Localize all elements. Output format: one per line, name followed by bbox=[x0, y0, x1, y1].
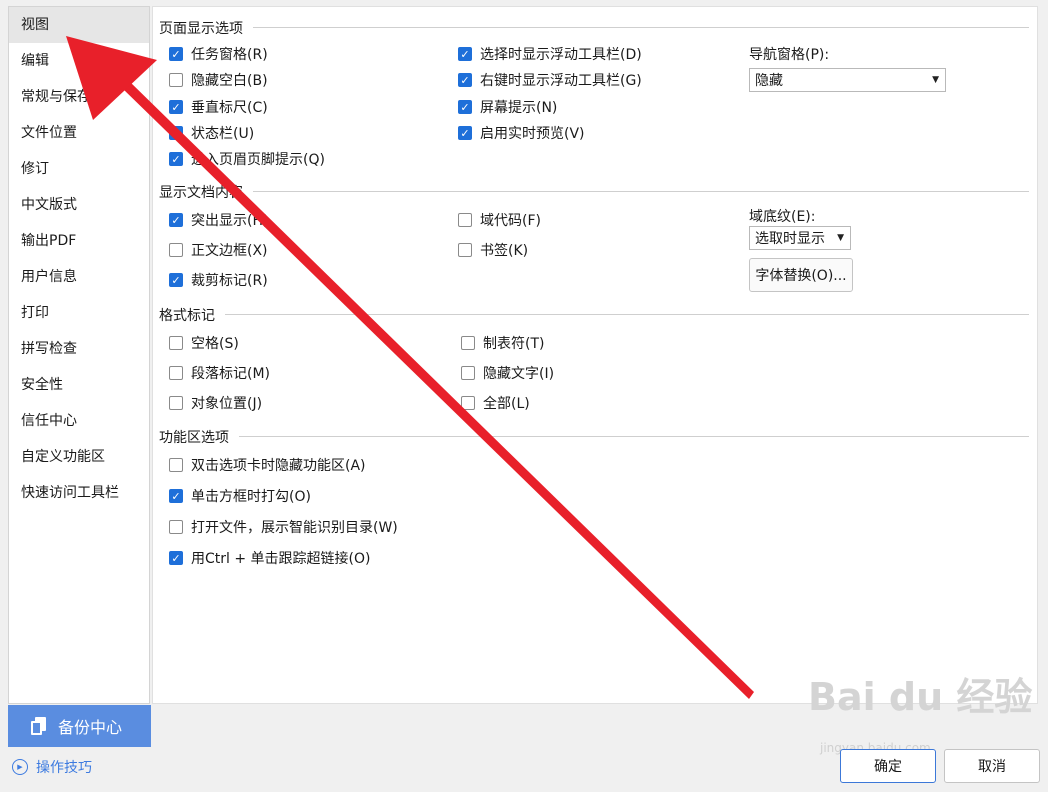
sidebar-item-print[interactable]: 打印 bbox=[9, 295, 149, 331]
nav-pane-select[interactable]: 隐藏 ▼ bbox=[749, 68, 946, 92]
check-icon: ✓ bbox=[169, 489, 183, 503]
field-shading-label: 域底纹(E): bbox=[749, 209, 816, 225]
chevron-down-icon: ▼ bbox=[932, 75, 939, 85]
sidebar-item-chinese-layout[interactable]: 中文版式 bbox=[9, 187, 149, 223]
checkbox-vertical-ruler[interactable]: ✓ 垂直标尺(C) bbox=[169, 97, 268, 117]
checkbox-text-boundaries[interactable]: 正文边框(X) bbox=[169, 240, 268, 260]
check-icon: ✓ bbox=[169, 273, 183, 287]
field-shading-select[interactable]: 选取时显示 ▼ bbox=[749, 226, 851, 250]
section-title-doc-content: 显示文档内容 bbox=[159, 185, 243, 201]
section-title-ribbon: 功能区选项 bbox=[159, 430, 229, 446]
checkbox-live-preview[interactable]: ✓ 启用实时预览(V) bbox=[458, 123, 585, 143]
tips-label: 操作技巧 bbox=[36, 760, 92, 776]
tips-link[interactable]: ▶ 操作技巧 bbox=[12, 757, 92, 777]
sidebar-item-customize-ribbon[interactable]: 自定义功能区 bbox=[9, 439, 149, 475]
backup-center-label: 备份中心 bbox=[58, 718, 123, 737]
section-divider bbox=[253, 27, 1029, 28]
nav-pane-label: 导航窗格(P): bbox=[749, 47, 830, 63]
sidebar-item-revision[interactable]: 修订 bbox=[9, 151, 149, 187]
sidebar-item-trust-center[interactable]: 信任中心 bbox=[9, 403, 149, 439]
sidebar-item-general-save[interactable]: 常规与保存 bbox=[9, 79, 149, 115]
sidebar-item-quick-access-toolbar[interactable]: 快速访问工具栏 bbox=[9, 475, 149, 511]
checkbox-status-bar[interactable]: ✓ 状态栏(U) bbox=[169, 123, 254, 143]
checkbox-crop-marks[interactable]: ✓ 裁剪标记(R) bbox=[169, 270, 268, 290]
checkbox-screen-tips[interactable]: ✓ 屏幕提示(N) bbox=[458, 97, 557, 117]
section-divider bbox=[253, 191, 1029, 192]
sidebar-item-user-info[interactable]: 用户信息 bbox=[9, 259, 149, 295]
checkbox-ctrl-click-link[interactable]: ✓ 用Ctrl + 单击跟踪超链接(O) bbox=[169, 548, 370, 568]
checkbox-highlight[interactable]: ✓ 突出显示(H) bbox=[169, 210, 268, 230]
check-icon: ✓ bbox=[458, 100, 472, 114]
ok-button[interactable]: 确定 bbox=[840, 749, 936, 783]
checkbox-field-codes[interactable]: 域代码(F) bbox=[458, 210, 541, 230]
check-icon: ✓ bbox=[169, 551, 183, 565]
checkbox-object-anchors[interactable]: 对象位置(J) bbox=[169, 393, 262, 413]
checkbox-float-toolbar-select[interactable]: ✓ 选择时显示浮动工具栏(D) bbox=[458, 44, 642, 64]
backup-center-button[interactable]: 备份中心 bbox=[8, 705, 151, 747]
section-divider bbox=[225, 314, 1029, 315]
checkbox-dblclick-hide-ribbon[interactable]: 双击选项卡时隐藏功能区(A) bbox=[169, 455, 366, 475]
check-icon: ✓ bbox=[169, 47, 183, 61]
check-icon: ✓ bbox=[169, 213, 183, 227]
checkbox-float-toolbar-rightclick[interactable]: ✓ 右键时显示浮动工具栏(G) bbox=[458, 70, 642, 90]
checkbox-header-footer-tip[interactable]: ✓ 进入页眉页脚提示(Q) bbox=[169, 149, 325, 169]
play-circle-icon: ▶ bbox=[12, 759, 28, 775]
checkbox-hide-whitespace[interactable]: 隐藏空白(B) bbox=[169, 70, 268, 90]
check-icon: ✓ bbox=[458, 126, 472, 140]
nav-pane-value: 隐藏 bbox=[755, 73, 783, 89]
checkbox-spaces[interactable]: 空格(S) bbox=[169, 333, 239, 353]
sidebar-item-view[interactable]: 视图 bbox=[9, 7, 149, 43]
backup-icon bbox=[30, 717, 48, 735]
options-panel: 页面显示选项 ✓ 任务窗格(R) 隐藏空白(B) ✓ 垂直标尺(C) ✓ 状态栏(U)… bbox=[152, 6, 1038, 704]
checkbox-paragraph-marks[interactable]: 段落标记(M) bbox=[169, 363, 270, 383]
section-divider bbox=[239, 436, 1029, 437]
check-icon: ✓ bbox=[169, 152, 183, 166]
sidebar: 视图 编辑 常规与保存 文件位置 修订 中文版式 输出PDF 用户信息 打印 拼… bbox=[8, 6, 150, 704]
section-title-page-display: 页面显示选项 bbox=[159, 21, 243, 37]
checkbox-smart-toc[interactable]: 打开文件，展示智能识别目录(W) bbox=[169, 517, 398, 537]
sidebar-item-spellcheck[interactable]: 拼写检查 bbox=[9, 331, 149, 367]
sidebar-item-export-pdf[interactable]: 输出PDF bbox=[9, 223, 149, 259]
checkbox-bookmarks[interactable]: 书签(K) bbox=[458, 240, 528, 260]
section-title-format-marks: 格式标记 bbox=[159, 308, 215, 324]
sidebar-item-file-location[interactable]: 文件位置 bbox=[9, 115, 149, 151]
check-icon: ✓ bbox=[169, 100, 183, 114]
check-icon: ✓ bbox=[169, 126, 183, 140]
sidebar-item-edit[interactable]: 编辑 bbox=[9, 43, 149, 79]
checkbox-click-to-check[interactable]: ✓ 单击方框时打勾(O) bbox=[169, 486, 311, 506]
checkbox-task-pane[interactable]: ✓ 任务窗格(R) bbox=[169, 44, 268, 64]
field-shading-value: 选取时显示 bbox=[755, 231, 825, 247]
checkbox-tab-chars[interactable]: 制表符(T) bbox=[461, 333, 544, 353]
checkbox-all-marks[interactable]: 全部(L) bbox=[461, 393, 530, 413]
check-icon: ✓ bbox=[458, 73, 472, 87]
chevron-down-icon: ▼ bbox=[837, 233, 844, 243]
sidebar-item-security[interactable]: 安全性 bbox=[9, 367, 149, 403]
check-icon: ✓ bbox=[458, 47, 472, 61]
font-substitution-button[interactable]: 字体替换(O)... bbox=[749, 258, 853, 292]
checkbox-hidden-text[interactable]: 隐藏文字(I) bbox=[461, 363, 554, 383]
cancel-button[interactable]: 取消 bbox=[944, 749, 1040, 783]
